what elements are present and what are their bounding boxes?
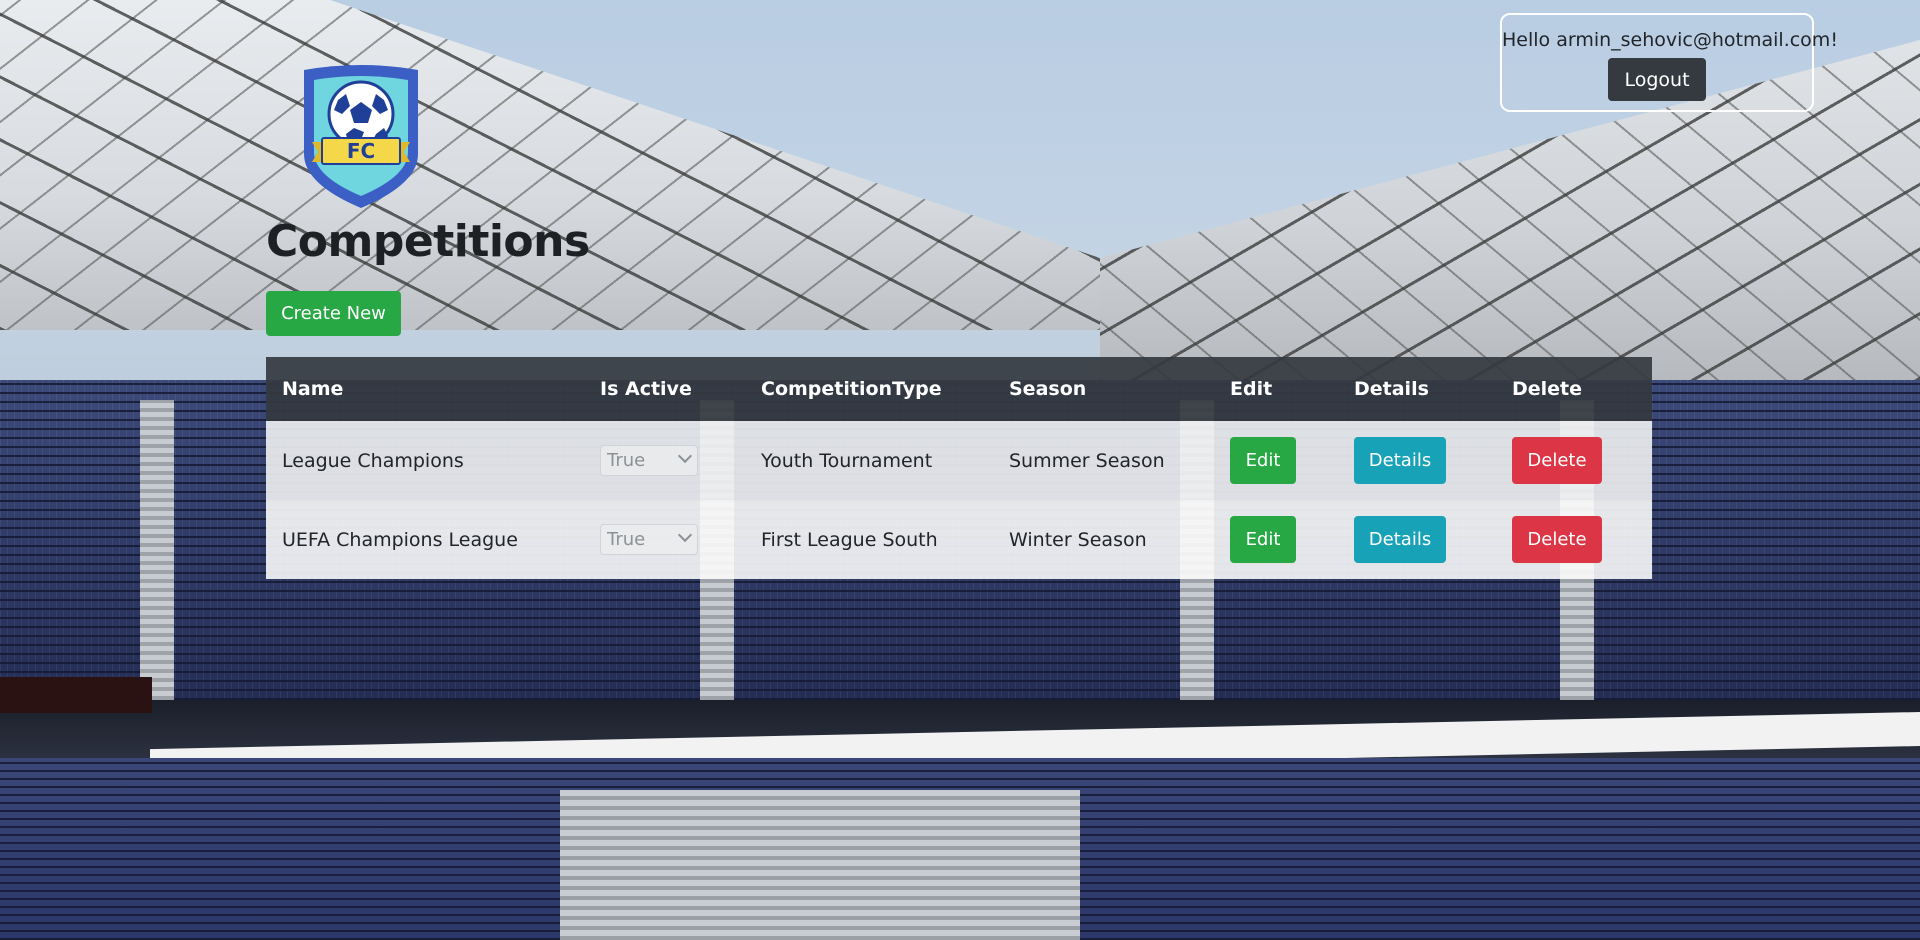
table-row: UEFA Champions League True First League … [266,500,1652,579]
column-header-is-active: Is Active [584,357,745,421]
competitions-table: Name Is Active CompetitionType Season Ed… [266,357,1652,579]
delete-button[interactable]: Delete [1512,437,1602,484]
cell-details: Details [1338,500,1496,579]
column-header-competition-type: CompetitionType [745,357,993,421]
column-header-edit: Edit [1214,357,1338,421]
fc-shield-icon: FC [304,65,418,208]
user-greeting: Hello armin_sehovic@hotmail.com! [1502,29,1838,51]
column-header-season: Season [993,357,1214,421]
cell-competition-type: First League South [745,500,993,579]
cell-edit: Edit [1214,421,1338,500]
cell-edit: Edit [1214,500,1338,579]
cell-season: Summer Season [993,421,1214,500]
delete-button[interactable]: Delete [1512,516,1602,563]
account-panel: Hello armin_sehovic@hotmail.com! Logout [1500,13,1838,112]
logo-text: FC [347,139,375,163]
column-header-details: Details [1338,357,1496,421]
is-active-select[interactable]: True [600,445,698,476]
create-new-button[interactable]: Create New [266,291,401,336]
logout-button[interactable]: Logout [1608,58,1706,101]
edit-button[interactable]: Edit [1230,437,1296,484]
is-active-select[interactable]: True [600,524,698,555]
cell-name: UEFA Champions League [266,500,584,579]
lower-stairs [560,790,1080,940]
cell-details: Details [1338,421,1496,500]
scoreboard-clock [0,677,152,713]
table-row: League Champions True Youth Tournament S… [266,421,1652,500]
table-header-row: Name Is Active CompetitionType Season Ed… [266,357,1652,421]
column-header-name: Name [266,357,584,421]
cell-delete: Delete [1496,421,1652,500]
cell-name: League Champions [266,421,584,500]
cell-competition-type: Youth Tournament [745,421,993,500]
cell-season: Winter Season [993,500,1214,579]
stairway [140,400,174,700]
details-button[interactable]: Details [1354,437,1446,484]
cell-is-active: True [584,421,745,500]
edit-button[interactable]: Edit [1230,516,1296,563]
cell-delete: Delete [1496,500,1652,579]
details-button[interactable]: Details [1354,516,1446,563]
cell-is-active: True [584,500,745,579]
column-header-delete: Delete [1496,357,1652,421]
fc-logo[interactable]: FC [298,62,424,210]
page-title: Competitions [266,216,590,267]
